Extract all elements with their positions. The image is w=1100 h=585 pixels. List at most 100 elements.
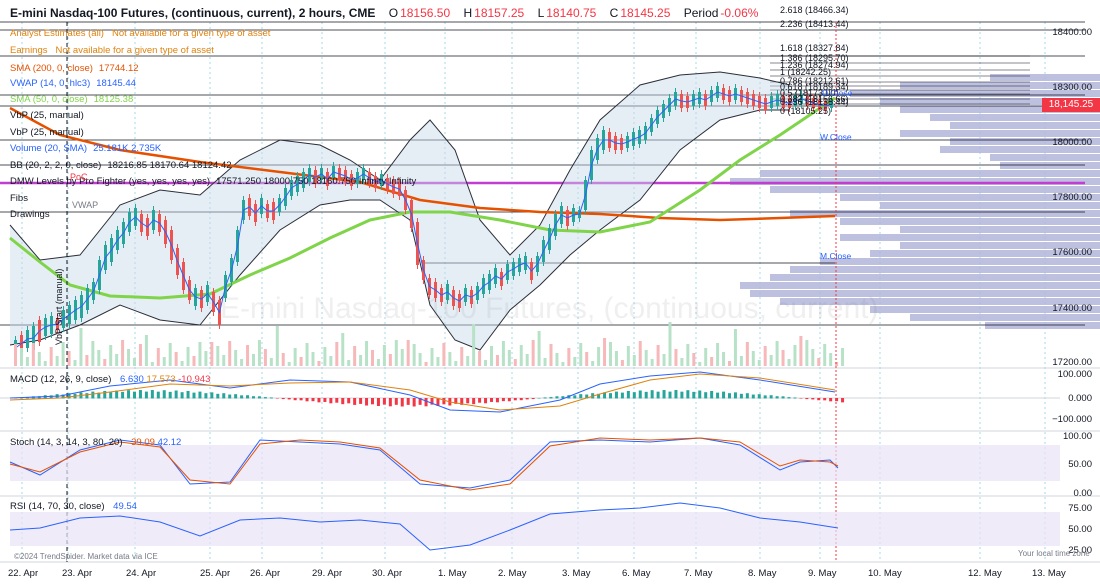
volume-bar [472, 324, 476, 366]
last-price-tag: 18,145.25 [1042, 98, 1100, 112]
volume-bar [609, 342, 612, 366]
indicator-row[interactable]: Analyst Estimates (all) Not available for… [10, 28, 270, 40]
volume-bar [162, 357, 166, 366]
indicator-name: Volume (20, SMA) [10, 143, 88, 154]
volume-bar [716, 343, 720, 366]
volume-bar [150, 362, 154, 366]
volume-bar [79, 328, 83, 366]
macd-value-1: 6.630 [120, 374, 144, 385]
fib-level-label: 2.618 (18466.34) [780, 5, 849, 15]
volume-bar [240, 359, 244, 366]
date-tick: 7. May [684, 568, 713, 579]
indicator-row[interactable]: BB (20, 2, 2, 0, close) 18216.85 18170.64… [10, 160, 232, 172]
date-tick: 3. May [562, 568, 591, 579]
volume-bar [733, 329, 737, 366]
date-tick: 25. Apr [200, 568, 231, 579]
stoch-label: Stoch (14, 3, 14, 3, 80, 20) [10, 437, 123, 448]
volume-bar [769, 355, 773, 366]
volume-bar [626, 346, 630, 366]
macd-histogram-bar [412, 398, 416, 407]
date-tick: 26. Apr [250, 568, 281, 579]
volume-bar [371, 350, 374, 366]
macd-histogram-bar [686, 390, 690, 399]
volume-bar [269, 358, 273, 366]
rsi-tick: 75.00 [1068, 503, 1092, 514]
date-tick: 30. Apr [372, 568, 403, 579]
volume-bar [841, 348, 845, 366]
volume-bar [484, 360, 488, 366]
volume-bar [329, 356, 333, 366]
indicator-name: VbP (25, manual) [10, 110, 84, 121]
price-tick: 17400.00 [1052, 303, 1092, 314]
indicator-row[interactable]: Earnings Not available for a given type o… [10, 45, 214, 57]
stoch-legend[interactable]: Stoch (14, 3, 14, 3, 80, 20) 39.09 42.12 [10, 437, 181, 449]
macd-histogram-bar [121, 391, 125, 399]
macd-histogram-bar [341, 398, 345, 405]
macd-histogram-bar [198, 391, 202, 399]
macd-histogram-bar [674, 390, 678, 399]
macd-histogram-bar [257, 396, 261, 399]
volume-bar [275, 326, 279, 366]
indicator-row[interactable]: VbP (25, manual) [10, 127, 90, 139]
stoch-tick: 0.00 [1073, 488, 1093, 499]
indicator-row[interactable]: VbP (25, manual) [10, 110, 90, 122]
macd-histogram-bar [728, 393, 731, 399]
macd-histogram-bar [609, 393, 612, 399]
macd-histogram-bar [739, 393, 743, 399]
date-tick: 6. May [622, 568, 651, 579]
volume-profile-bar [740, 282, 1100, 289]
rsi-legend[interactable]: RSI (14, 70, 30, close) 49.54 [10, 501, 137, 513]
stoch-band [10, 445, 1060, 481]
watermark: E-mini Nasdaq-100 Futures, (continuous, … [220, 292, 879, 325]
symbol-title[interactable]: E-mini Nasdaq-100 Futures, (continuous, … [10, 6, 375, 20]
volume-bar [19, 348, 23, 366]
period-value: -0.06% [720, 6, 759, 20]
volume-profile-bar [900, 130, 1100, 137]
close-value: 18145.25 [620, 6, 671, 20]
indicator-row[interactable]: SMA (200, 0, close) 17744.12 [10, 63, 139, 75]
macd-histogram-bar [573, 395, 577, 399]
macd-histogram-bar [144, 391, 148, 399]
macd-histogram-bar [519, 398, 523, 401]
indicator-row[interactable]: Fibs [10, 193, 34, 205]
indicator-name: Drawings [10, 209, 50, 220]
volume-bar [67, 351, 71, 366]
volume-bar [811, 349, 815, 366]
macd-histogram-bar [650, 390, 654, 399]
macd-histogram-bar [394, 398, 398, 405]
indicator-value: 17744.12 [98, 63, 139, 74]
volume-bar [442, 343, 446, 366]
indicator-row[interactable]: SMA (50, 0, close) 18125.38 [10, 94, 133, 106]
macd-histogram-bar [620, 392, 624, 399]
fib-level-label: 2.236 (18413.44) [780, 19, 849, 29]
indicator-name: DMW Levels by Pro Fighter (yes, yes, yes… [10, 176, 211, 187]
volume-bar [650, 359, 654, 366]
macd-histogram-bar [263, 397, 267, 399]
macd-histogram-bar [376, 398, 380, 407]
indicator-row[interactable]: Volume (20, SMA) 25.181K 2.735K [10, 143, 161, 155]
volume-bar [156, 348, 160, 366]
volume-bar [501, 341, 505, 366]
timezone-footer[interactable]: Your local time zone [1018, 549, 1090, 558]
macd-histogram-bar [763, 395, 767, 399]
volume-bar [133, 358, 136, 366]
volume-bar [686, 344, 690, 366]
price-tick: 17200.00 [1052, 357, 1092, 368]
indicator-row[interactable]: Drawings [10, 209, 56, 221]
volume-bar [674, 349, 678, 366]
volume-bar [531, 340, 535, 366]
macd-histogram-bar [371, 398, 374, 405]
volume-bar [561, 362, 565, 366]
macd-histogram-bar [751, 394, 755, 399]
volume-bar [656, 345, 660, 366]
macd-histogram-bar [252, 396, 255, 399]
volume-bar [722, 352, 726, 366]
macd-legend[interactable]: MACD (12, 26, 9, close) 6.630 17.573 -10… [10, 374, 210, 386]
macd-histogram-bar [240, 395, 244, 399]
volume-bar [549, 344, 553, 366]
macd-histogram-bar [204, 393, 208, 399]
date-tick: 9. May [808, 568, 837, 579]
indicator-row[interactable]: VWAP (14, 0, hlc3) 18145.44 [10, 78, 136, 90]
macd-histogram-bar [817, 398, 821, 401]
date-tick: 8. May [748, 568, 777, 579]
